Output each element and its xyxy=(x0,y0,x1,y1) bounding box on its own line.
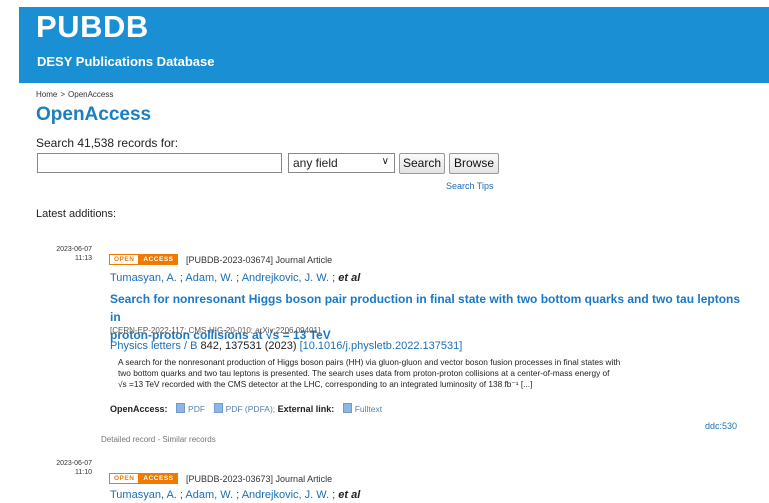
openaccess-label: OpenAccess: xyxy=(110,404,168,414)
open-access-badge: OPEN ACCESS xyxy=(109,473,178,484)
badge-open: OPEN xyxy=(109,254,140,265)
author-separator: ; xyxy=(332,272,336,284)
record-authors: Tumasyan, A. ; Adam, W. ; Andrejkovic, J… xyxy=(110,272,360,284)
badge-access: ACCESS xyxy=(139,254,178,265)
latest-additions-heading: Latest additions: xyxy=(36,208,117,220)
doi-link[interactable]: [10.1016/j.physletb.2022.137531] xyxy=(300,340,463,352)
record-id-type: [PUBDB-2023-03674] Journal Article xyxy=(186,255,333,265)
breadcrumb-home[interactable]: Home xyxy=(36,90,57,99)
record-title-line: Search for nonresonant Higgs boson pair … xyxy=(110,292,741,324)
chevron-down-icon: ∨ xyxy=(381,156,389,167)
fulltext-file-icon xyxy=(342,403,352,413)
record-date: 2023-06-07 11:13 xyxy=(44,245,92,263)
abstract-line: A search for the nonresonant production … xyxy=(118,357,621,367)
record-title-link[interactable]: Search for nonresonant Higgs boson pair … xyxy=(110,290,750,344)
record-authors: Tumasyan, A. ; Adam, W. ; Andrejkovic, J… xyxy=(110,489,360,501)
breadcrumb: Home > OpenAccess xyxy=(36,90,113,99)
top-strip xyxy=(0,0,769,7)
detailed-record-link[interactable]: Detailed record xyxy=(101,435,155,444)
external-link-label: External link: xyxy=(277,404,335,414)
author-link[interactable]: Andrejkovic, J. W. xyxy=(242,489,329,501)
ddc-link[interactable]: ddc:530 xyxy=(705,421,737,431)
abstract-line: two bottom quarks and two tau leptons is… xyxy=(118,368,610,378)
search-input[interactable] xyxy=(37,153,282,173)
breadcrumb-current: OpenAccess xyxy=(68,90,114,99)
journal-link[interactable]: Physics letters / B xyxy=(110,340,197,352)
pdf-file-icon xyxy=(213,403,223,413)
access-line: OpenAccess: PDF PDF (PDFA); External lin… xyxy=(110,403,382,414)
badge-open: OPEN xyxy=(109,473,140,484)
author-link[interactable]: Andrejkovic, J. W. xyxy=(242,272,329,284)
field-select[interactable]: any field ∨ xyxy=(288,153,395,173)
report-numbers: [CERN-EP-2022-117; CMS-HIG-20-010; arXiv… xyxy=(110,326,321,335)
author-separator: ; xyxy=(179,489,183,501)
record-abstract: A search for the nonresonant production … xyxy=(118,357,762,390)
record-date: 2023-06-07 11:10 xyxy=(44,459,92,477)
field-select-value: any field xyxy=(293,156,338,170)
fulltext-link[interactable]: Fulltext xyxy=(355,404,382,414)
author-separator: ; xyxy=(179,272,183,284)
record-actions-separator: - xyxy=(157,435,161,444)
page-title: OpenAccess xyxy=(36,104,152,125)
similar-records-link[interactable]: Similar records xyxy=(162,435,215,444)
author-link[interactable]: Adam, W. xyxy=(185,489,233,501)
record-date-time: 11:10 xyxy=(75,469,92,476)
journal-line: Physics letters / B 842, 137531 (2023) [… xyxy=(110,340,462,352)
search-tips-link[interactable]: Search Tips xyxy=(446,181,494,191)
pdf-link[interactable]: PDF xyxy=(188,404,205,414)
browse-button[interactable]: Browse xyxy=(449,153,499,174)
record-id-type: [PUBDB-2023-03673] Journal Article xyxy=(186,474,333,484)
author-link[interactable]: Tumasyan, A. xyxy=(110,272,177,284)
record-date-day: 2023-06-07 xyxy=(56,246,92,253)
pdf-file-icon xyxy=(176,403,186,413)
record-date-time: 11:13 xyxy=(75,255,92,262)
search-label: Search 41,538 records for: xyxy=(36,136,179,150)
author-link[interactable]: Tumasyan, A. xyxy=(110,489,177,501)
record-actions: Detailed record - Similar records xyxy=(101,435,216,444)
breadcrumb-separator: > xyxy=(60,90,66,99)
author-link[interactable]: Adam, W. xyxy=(185,272,233,284)
et-al: et al xyxy=(338,272,361,284)
site-subtitle: DESY Publications Database xyxy=(37,54,215,69)
journal-details: 842, 137531 (2023) xyxy=(200,340,297,352)
pdfa-link[interactable]: PDF (PDFA); xyxy=(226,404,276,414)
author-separator: ; xyxy=(236,272,240,284)
site-logo[interactable]: PUBDB xyxy=(36,9,149,45)
search-button[interactable]: Search xyxy=(399,153,445,174)
author-separator: ; xyxy=(236,489,240,501)
author-separator: ; xyxy=(332,489,336,501)
badge-access: ACCESS xyxy=(139,473,178,484)
et-al: et al xyxy=(338,489,361,501)
open-access-badge: OPEN ACCESS xyxy=(109,254,178,265)
abstract-line: √s =13 TeV recorded with the CMS detecto… xyxy=(118,379,533,389)
record-date-day: 2023-06-07 xyxy=(56,460,92,467)
